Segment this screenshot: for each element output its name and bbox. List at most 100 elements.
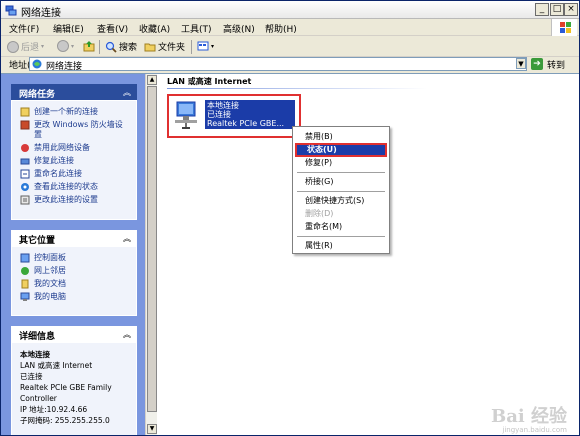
menu-delete: 删除(D) (305, 209, 334, 218)
connections-list: LAN 或高速 Internet 本地连接 已连接 Realtek PCIe G… (159, 74, 579, 435)
network-tasks-header[interactable]: 网络任务 ︽ (11, 84, 137, 100)
folder-icon (144, 43, 156, 51)
menu-disable[interactable]: 禁用(B) (295, 131, 387, 143)
control-panel-icon (20, 253, 30, 263)
menu-advanced[interactable]: 高级(N) (223, 22, 255, 35)
watermark-url: jingyan.baidu.com (502, 426, 567, 434)
title-bar[interactable]: 网络连接 _ □ × (1, 1, 579, 19)
menu-bar: 文件(F) 编辑(E) 查看(V) 收藏(A) 工具(T) 高级(N) 帮助(H… (1, 19, 579, 36)
task-change-firewall[interactable]: 更改 Windows 防火墙设置 (20, 120, 130, 140)
scroll-up-icon[interactable]: ▲ (147, 75, 157, 85)
details-panel: 详细信息 ︽ 本地连接 LAN 或高速 Internet 已连接 Realtek… (11, 326, 137, 435)
menu-create-shortcut[interactable]: 创建快捷方式(S) (295, 195, 387, 207)
other-places-header[interactable]: 其它位置 ︽ (11, 230, 137, 246)
connection-labels: 本地连接 已连接 Realtek PCIe GBE... (205, 100, 295, 129)
section-header: LAN 或高速 Internet (167, 77, 252, 86)
disable-device-icon (21, 144, 29, 152)
task-change-settings[interactable]: 更改此连接的设置 (20, 195, 130, 205)
menu-view[interactable]: 查看(V) (97, 22, 128, 35)
content-area: 网络任务 ︽ 创建一个新的连接 更改 Windows 防火墙设置 禁用此网络设备 (1, 73, 579, 435)
menu-status[interactable]: 状态(U) (295, 143, 387, 157)
forward-arrow-icon (57, 40, 69, 52)
back-button[interactable]: 后退 ▾ (7, 40, 44, 53)
go-button[interactable]: 转到 (547, 58, 565, 71)
menu-properties[interactable]: 属性(R) (295, 240, 387, 252)
windows-logo-icon (551, 19, 577, 36)
toolbar: 后退 ▾ ▾ 搜索 文件夹 ▾ (1, 37, 579, 57)
details-header[interactable]: 详细信息 ︽ (11, 326, 137, 342)
close-button[interactable]: × (564, 3, 578, 16)
task-view-status[interactable]: 查看此连接的状态 (20, 182, 130, 192)
chevron-up-icon[interactable]: ︽ (123, 329, 131, 340)
views-button[interactable]: ▾ (197, 40, 214, 52)
menu-favorites[interactable]: 收藏(A) (139, 22, 170, 35)
views-icon (197, 41, 209, 51)
toolbar-separator (191, 40, 192, 54)
repair-icon (20, 158, 30, 165)
up-folder-button[interactable] (83, 40, 95, 52)
chevron-up-icon[interactable]: ︽ (123, 233, 131, 244)
details-subnet: 子网掩码: 255.255.255.0 (20, 416, 110, 425)
menu-tools[interactable]: 工具(T) (181, 22, 212, 35)
address-bar: 地址(D) 网络连接 ▼ ➔ 转到 (1, 57, 579, 72)
details-type: LAN 或高速 Internet (20, 361, 93, 370)
task-repair-connection[interactable]: 修复此连接 (20, 156, 130, 166)
firewall-icon (20, 120, 30, 130)
settings-icon (20, 195, 30, 205)
my-documents-icon (21, 279, 29, 289)
network-connections-icon (32, 59, 42, 69)
maximize-button[interactable]: □ (550, 3, 564, 16)
task-pane: 网络任务 ︽ 创建一个新的连接 更改 Windows 防火墙设置 禁用此网络设备 (1, 74, 145, 435)
section-divider (167, 88, 427, 89)
local-connection-item[interactable]: 本地连接 已连接 Realtek PCIe GBE... (167, 94, 301, 138)
network-connections-icon (5, 5, 17, 16)
folders-button[interactable]: 文件夹 (144, 40, 185, 53)
window-title: 网络连接 (21, 8, 61, 19)
scroll-thumb[interactable] (147, 86, 157, 412)
rename-icon (20, 169, 30, 179)
network-tasks-panel: 网络任务 ︽ 创建一个新的连接 更改 Windows 防火墙设置 禁用此网络设备 (11, 84, 137, 220)
go-arrow-icon[interactable]: ➔ (531, 58, 543, 70)
place-my-computer[interactable]: 我的电脑 (20, 292, 130, 302)
new-connection-icon (20, 107, 30, 117)
place-my-documents[interactable]: 我的文档 (20, 279, 130, 289)
connection-name: 本地连接 (207, 101, 239, 110)
address-input[interactable]: 网络连接 (29, 57, 527, 72)
details-name: 本地连接 (20, 350, 50, 359)
toolbar-separator (99, 40, 100, 54)
up-folder-icon (83, 41, 95, 52)
menu-file[interactable]: 文件(F) (9, 22, 39, 35)
connection-device: Realtek PCIe GBE... (207, 119, 285, 128)
watermark-logo: Bai 经验 (491, 406, 567, 427)
task-disable-device[interactable]: 禁用此网络设备 (20, 143, 130, 153)
place-network-neighborhood[interactable]: 网上邻居 (20, 266, 130, 276)
menu-rename[interactable]: 重命名(M) (295, 221, 387, 233)
details-ip: IP 地址:10.92.4.66 (20, 405, 88, 414)
task-pane-scrollbar[interactable]: ▲ ▼ (145, 74, 157, 435)
network-adapter-icon (175, 101, 197, 129)
menu-separator (297, 191, 385, 192)
search-icon (105, 41, 117, 53)
address-dropdown-icon[interactable]: ▼ (516, 58, 526, 69)
search-button[interactable]: 搜索 (105, 40, 137, 53)
address-value: 网络连接 (46, 62, 83, 72)
scroll-down-icon[interactable]: ▼ (147, 424, 157, 434)
network-connections-window: 网络连接 _ □ × 文件(F) 编辑(E) 查看(V) 收藏(A) 工具(T)… (0, 0, 580, 436)
place-control-panel[interactable]: 控制面板 (20, 253, 130, 263)
menu-repair[interactable]: 修复(P) (295, 157, 387, 169)
back-arrow-icon (7, 40, 19, 53)
chevron-up-icon[interactable]: ︽ (123, 87, 131, 98)
network-neighborhood-icon (21, 267, 29, 275)
task-rename-connection[interactable]: 重命名此连接 (20, 169, 130, 179)
minimize-button[interactable]: _ (535, 3, 549, 16)
connection-status: 已连接 (207, 110, 231, 119)
details-device: Realtek PCIe GBE Family Controller (20, 383, 112, 403)
status-icon (21, 183, 29, 191)
menu-help[interactable]: 帮助(H) (265, 22, 297, 35)
menu-separator (297, 236, 385, 237)
menu-bridge[interactable]: 桥接(G) (295, 176, 387, 188)
task-create-connection[interactable]: 创建一个新的连接 (20, 107, 130, 117)
context-menu: 禁用(B) 状态(U) 修复(P) 桥接(G) 创建快捷方式(S) 删除(D) … (292, 126, 390, 254)
forward-button[interactable]: ▾ (57, 40, 74, 52)
menu-edit[interactable]: 编辑(E) (53, 22, 84, 35)
